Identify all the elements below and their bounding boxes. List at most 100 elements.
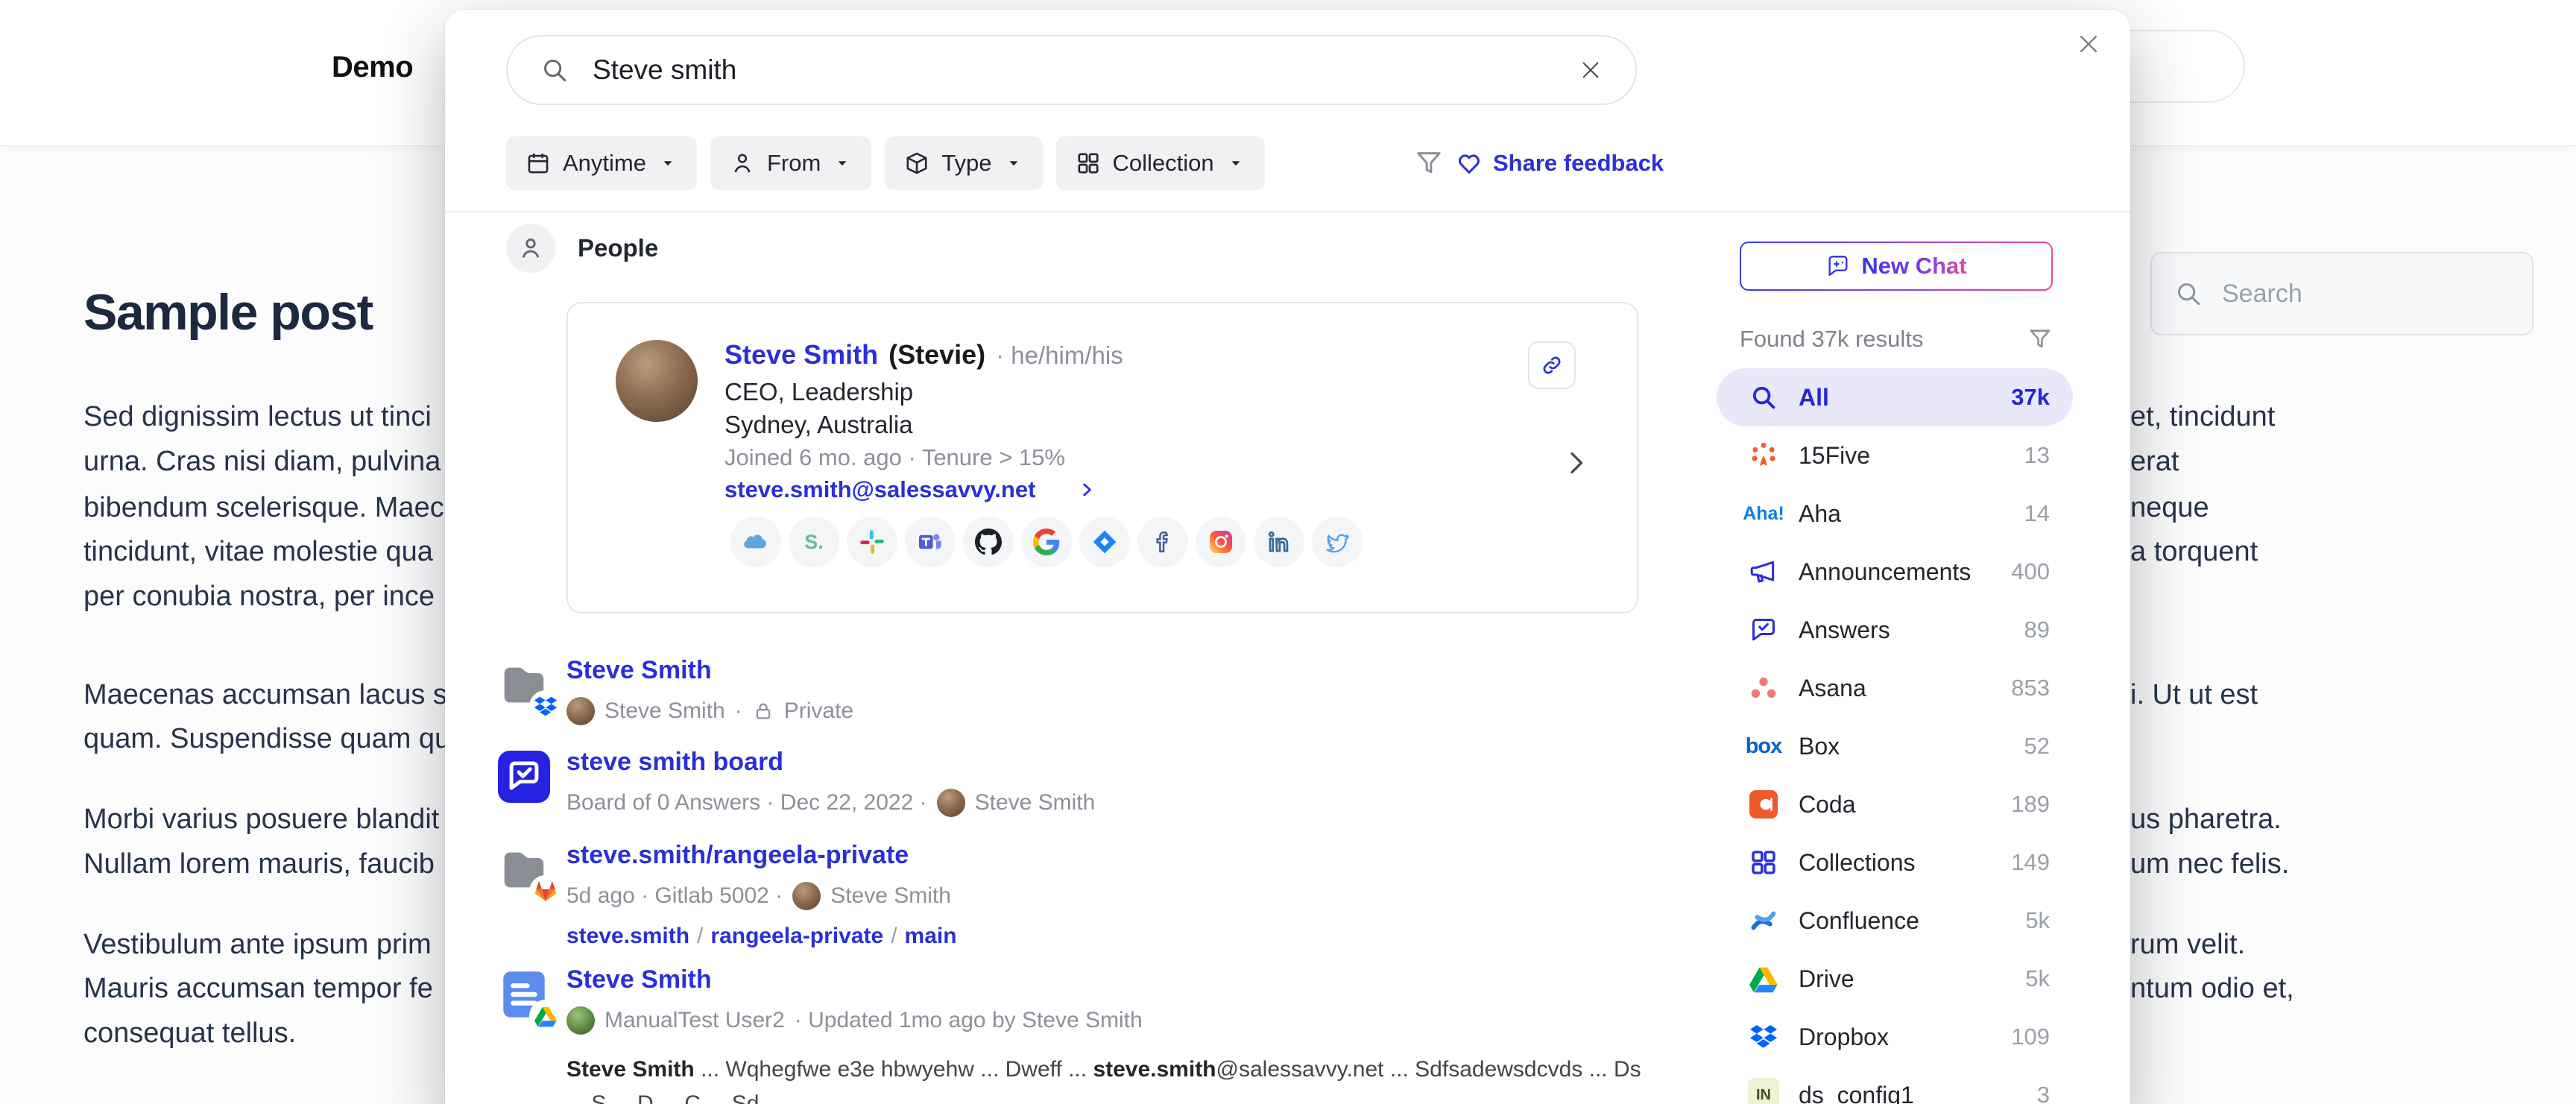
source-label: All: [1799, 384, 1829, 411]
sidebar-item-answers[interactable]: Answers 89: [1717, 601, 2073, 659]
result-title[interactable]: steve.smith/rangeela-private: [566, 841, 909, 870]
source-count: 89: [2024, 616, 2050, 643]
filter-anytime-dropdown[interactable]: Anytime: [506, 136, 697, 190]
source-count: 109: [2011, 1023, 2050, 1050]
search-modal: Steve smith Anytime From Type Collecti: [445, 10, 2130, 1104]
breadcrumb-segment[interactable]: rangeela-private: [710, 924, 883, 948]
filter-icon[interactable]: [1414, 148, 1444, 178]
person-icon: [730, 151, 755, 176]
result-author: Steve Smith: [604, 698, 725, 724]
result-title[interactable]: Steve Smith: [566, 965, 712, 994]
sidebar-item-aha[interactable]: Aha! Aha 14: [1717, 485, 2073, 543]
aha-icon: Aha!: [1748, 498, 1779, 529]
article-line: et, tincidunt: [2130, 401, 2275, 433]
result-title[interactable]: steve smith board: [566, 748, 783, 777]
fifteenfive-icon: [1748, 440, 1779, 471]
search-result[interactable]: steve smith board Board of 0 Answers · D…: [498, 748, 1646, 817]
source-label: Confluence: [1799, 907, 1919, 935]
article-line: us pharetra.: [2130, 804, 2282, 836]
google-icon[interactable]: [1021, 517, 1072, 567]
google-doc-icon: [498, 968, 555, 1025]
search-result[interactable]: Steve Smith ManualTest User2 · Updated 1…: [498, 965, 1646, 1104]
sidebar-item-all[interactable]: All 37k: [1717, 368, 2073, 426]
chevron-down-icon: [658, 154, 678, 173]
filter-type-dropdown[interactable]: Type: [885, 136, 1042, 190]
divider: [445, 211, 2130, 212]
sidebar-item-15five[interactable]: 15Five 13: [1717, 426, 2073, 485]
sidebar-item-announcements[interactable]: Announcements 400: [1717, 543, 2073, 601]
person-card[interactable]: Steve Smith (Stevie) · he/him/his CEO, L…: [566, 302, 1638, 613]
search-result[interactable]: steve.smith/rangeela-private 5d ago · Gi…: [498, 841, 1646, 949]
github-icon[interactable]: [963, 517, 1014, 567]
sidebar-item-asana[interactable]: Asana 853: [1717, 659, 2073, 717]
result-meta: 5d ago · Gitlab 5002 ·: [566, 883, 783, 909]
result-visibility: Private: [784, 698, 853, 724]
person-meta: Joined 6 mo. ago · Tenure > 15%: [724, 444, 1065, 471]
source-count: 3: [2037, 1082, 2050, 1104]
sidebar-item-collections[interactable]: Collections 149: [1717, 833, 2073, 892]
teams-icon[interactable]: [905, 517, 956, 567]
source-count: 400: [2011, 558, 2050, 585]
new-chat-button[interactable]: New Chat: [1740, 242, 2053, 291]
search-input[interactable]: Steve smith: [593, 54, 736, 86]
slack-icon[interactable]: [847, 517, 897, 567]
people-icon: [506, 224, 555, 273]
sidebar-item-ds-config1[interactable]: IN ds_config1 3: [1717, 1066, 2073, 1104]
facebook-icon[interactable]: [1137, 517, 1188, 567]
article-line: quam. Suspendisse quam qu: [83, 723, 446, 755]
people-section-header: People: [506, 224, 658, 273]
instagram-icon[interactable]: [1196, 517, 1246, 567]
article-line: ntum odio et,: [2130, 973, 2294, 1005]
expand-person-icon[interactable]: [1561, 448, 1591, 478]
background-search-placeholder: Search: [2222, 280, 2302, 309]
sidebar-item-drive[interactable]: Drive 5k: [1717, 950, 2073, 1008]
result-author: Steve Smith: [975, 790, 1096, 816]
shortcut-icon[interactable]: S.: [789, 517, 839, 567]
person-email-link[interactable]: steve.smith@salessavvy.net: [724, 476, 1035, 503]
source-label: Dropbox: [1799, 1023, 1889, 1051]
result-title[interactable]: Steve Smith: [566, 656, 712, 685]
copy-link-button[interactable]: [1528, 341, 1576, 389]
article-line: um nec felis.: [2130, 848, 2289, 880]
result-breadcrumb: steve.smith/rangeela-private/main: [566, 924, 1646, 949]
article-line: Nullam lorem mauris, faucib: [83, 848, 435, 880]
filter-type-label: Type: [941, 150, 991, 177]
result-meta: · Updated 1mo ago by Steve Smith: [795, 1008, 1143, 1033]
modal-search-bar[interactable]: Steve smith: [506, 35, 1637, 105]
chevron-right-icon[interactable]: [1077, 480, 1096, 499]
linkedin-icon[interactable]: [1254, 517, 1304, 567]
sidebar-item-dropbox[interactable]: Dropbox 109: [1717, 1008, 2073, 1066]
clear-search-icon[interactable]: [1579, 58, 1603, 82]
sidebar-item-box[interactable]: box Box 52: [1717, 717, 2073, 775]
filter-collection-dropdown[interactable]: Collection: [1056, 136, 1265, 190]
search-result[interactable]: Steve Smith Steve Smith · Private: [498, 656, 1646, 725]
breadcrumb-segment[interactable]: main: [905, 924, 957, 948]
source-label: Aha: [1799, 500, 1841, 528]
result-meta: Board of 0 Answers · Dec 22, 2022 ·: [566, 790, 927, 816]
article-line: Vestibulum ante ipsum prim: [83, 929, 432, 961]
salesforce-icon[interactable]: [730, 517, 781, 567]
jira-icon[interactable]: [1079, 517, 1130, 567]
sidebar-item-coda[interactable]: Coda 189: [1717, 775, 2073, 833]
filter-from-dropdown[interactable]: From: [710, 136, 871, 190]
close-icon[interactable]: [2076, 29, 2106, 59]
chat-sparkle-icon: [1825, 253, 1851, 279]
share-feedback-link[interactable]: Share feedback: [1456, 150, 1664, 177]
filter-collection-label: Collection: [1113, 150, 1214, 177]
breadcrumb-segment[interactable]: steve.smith: [566, 924, 689, 948]
screen: Demo Search Sample post Sed dignissim le…: [0, 0, 2576, 1104]
dropbox-icon: [529, 690, 562, 723]
background-search-box[interactable]: Search: [2150, 252, 2534, 335]
avatar: [792, 882, 821, 910]
article-line: neque: [2130, 492, 2209, 524]
filter-icon[interactable]: [2027, 327, 2053, 352]
twitter-icon[interactable]: [1312, 517, 1363, 567]
source-count: 189: [2011, 791, 2050, 818]
collections-icon: [1748, 847, 1779, 878]
person-name-link[interactable]: Steve Smith: [724, 339, 878, 370]
sidebar-item-confluence[interactable]: Confluence 5k: [1717, 892, 2073, 950]
source-label: Asana: [1799, 675, 1866, 702]
source-count: 5k: [2025, 965, 2050, 992]
confluence-icon: [1748, 905, 1779, 936]
result-snippet: Steve Smith ... Wqhegfwe e3e hbwyehw ...…: [566, 1053, 1646, 1104]
